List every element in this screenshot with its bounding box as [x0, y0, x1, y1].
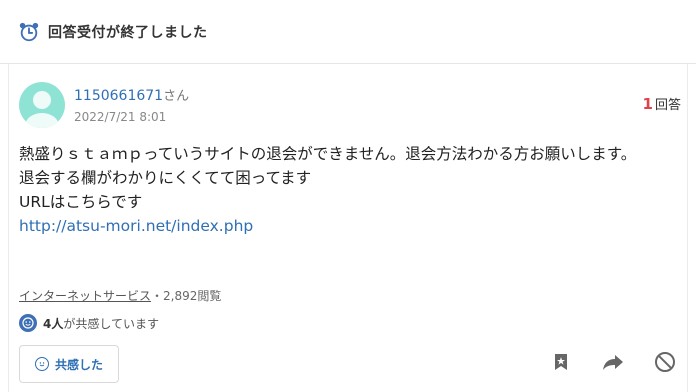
share-icon[interactable] [601, 350, 625, 374]
smile-icon [34, 357, 49, 371]
question-meta: インターネットサービス・2,892閲覧 [19, 287, 221, 304]
category-link[interactable]: インターネットサービス [19, 289, 151, 303]
empathy-button[interactable]: 共感した [19, 345, 119, 383]
user-name-link[interactable]: 1150661671さん [74, 85, 189, 104]
question-line: 熱盛りｓｔａｍｐっていうサイトの退会ができません。退会方法わかる方お願いします。 [19, 145, 637, 163]
user-avatar-icon [25, 91, 59, 128]
question-line: URLはこちらです [19, 193, 143, 211]
question-card: 1150661671さん 2022/7/21 8:01 1 回答 熱盛りｓｔａｍｐ… [8, 64, 688, 392]
answer-number: 1 [642, 95, 653, 113]
post-date: 2022/7/21 8:01 [74, 110, 167, 124]
status-banner: 回答受付が終了しました [0, 0, 696, 64]
answer-count[interactable]: 1 回答 [643, 94, 681, 113]
user-id: 1150661671 [74, 88, 164, 104]
empathy-count: 4人 [43, 316, 64, 331]
smile-icon [19, 314, 37, 332]
question-body: 熱盛りｓｔａｍｐっていうサイトの退会ができません。退会方法わかる方お願いします。… [19, 142, 683, 238]
question-line: 退会する欄がわかりにくくてて困ってます [19, 169, 312, 187]
bookmark-icon[interactable] [549, 350, 573, 374]
block-icon[interactable] [653, 350, 677, 374]
avatar[interactable] [19, 82, 65, 128]
answer-label: 回答 [654, 98, 681, 113]
view-count: 2,892閲覧 [163, 289, 222, 303]
status-title: 回答受付が終了しました [48, 24, 208, 41]
empathy-button-label: 共感した [54, 357, 103, 372]
empathy-summary: 4人 が共感しています [19, 314, 159, 332]
empathy-text: が共感しています [63, 316, 160, 331]
question-link[interactable]: http://atsu-mori.net/index.php [19, 214, 683, 238]
action-bar [549, 350, 677, 374]
meta-separator: ・ [151, 289, 164, 303]
user-suffix: さん [163, 89, 190, 104]
alarm-clock-icon [19, 22, 39, 41]
